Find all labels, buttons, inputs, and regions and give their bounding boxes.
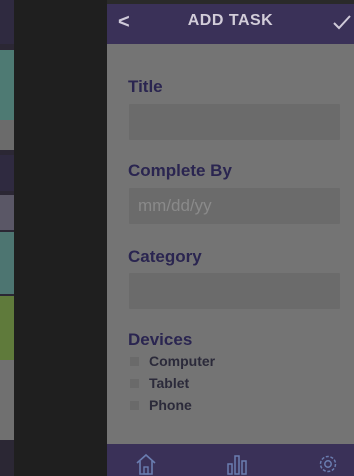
category-label: Category: [128, 247, 202, 266]
stats-icon[interactable]: [225, 452, 249, 476]
complete-by-date-input[interactable]: [129, 188, 340, 224]
device-option-label: Phone: [149, 397, 192, 413]
title-input[interactable]: [129, 104, 340, 140]
category-input[interactable]: [129, 273, 340, 309]
device-option-label: Tablet: [149, 375, 190, 391]
tablet-checkbox[interactable]: [130, 378, 139, 388]
device-option-computer[interactable]: Computer: [130, 351, 215, 371]
devices-label: Devices: [128, 330, 193, 349]
page-title: ADD TASK: [187, 12, 274, 29]
overlay-gap: [14, 0, 107, 476]
bottom-nav: [107, 444, 354, 476]
header-bar: < ADD TASK: [107, 0, 354, 44]
checkmark-icon[interactable]: [332, 12, 352, 32]
background-app-sliver: [0, 0, 14, 476]
complete-by-label: Complete By: [128, 161, 232, 180]
title-label: Title: [128, 77, 163, 96]
home-icon[interactable]: [134, 452, 158, 476]
device-option-phone[interactable]: Phone: [130, 395, 192, 415]
add-task-panel: < ADD TASK Title Complete By Category De…: [107, 0, 354, 476]
phone-checkbox[interactable]: [130, 400, 139, 410]
settings-icon[interactable]: [316, 452, 340, 476]
device-option-label: Computer: [149, 353, 216, 369]
computer-checkbox[interactable]: [130, 356, 139, 366]
device-option-tablet[interactable]: Tablet: [130, 373, 189, 393]
